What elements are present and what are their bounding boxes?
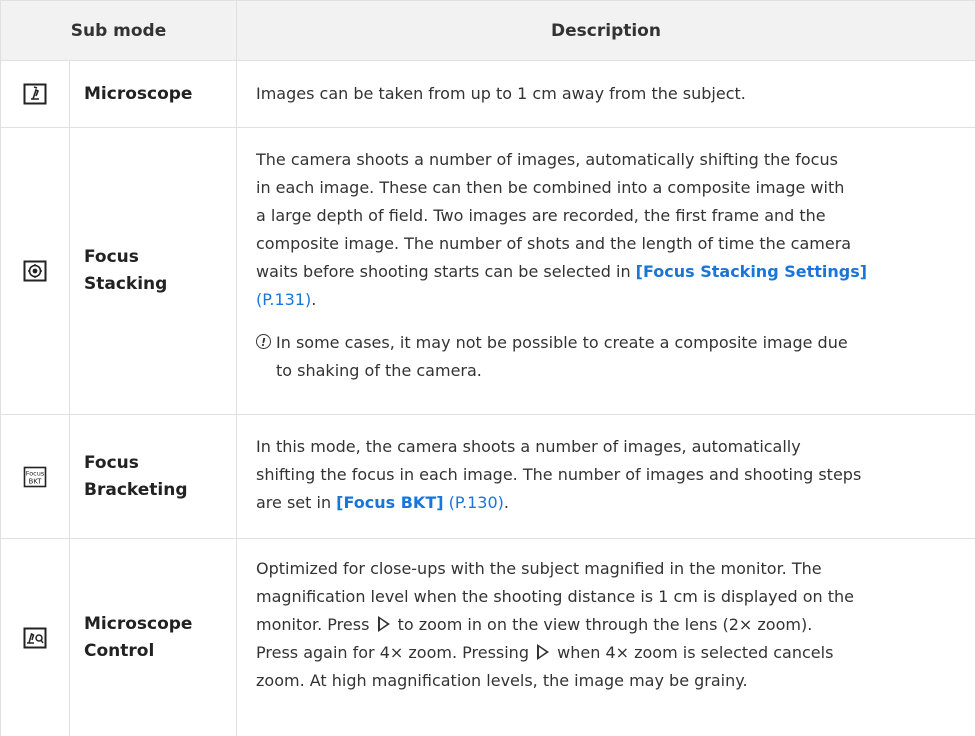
sub-mode-name: Focus Stacking bbox=[84, 247, 168, 294]
caution-icon: ! bbox=[256, 334, 271, 349]
table-header: Sub mode Description bbox=[1, 0, 975, 61]
focus-stacking-icon bbox=[23, 260, 47, 282]
focus-bkt-link[interactable]: [Focus BKT] bbox=[336, 493, 443, 512]
right-triangle-icon bbox=[537, 644, 550, 660]
header-sub-mode: Sub mode bbox=[70, 21, 167, 41]
sub-mode-name: Focus Bracketing bbox=[84, 452, 188, 500]
sub-mode-description: Optimized for close-ups with the subject… bbox=[256, 559, 854, 690]
sub-mode-name: Microscope Control bbox=[84, 613, 193, 661]
focus-bkt-icon: Focus BKT bbox=[23, 466, 47, 487]
table-row: Microscope Control Optimized for close-u… bbox=[1, 539, 975, 736]
caution-note: ! In some cases, it may not be possible … bbox=[256, 329, 956, 385]
page-link-131[interactable]: (P.131) bbox=[256, 290, 311, 309]
table-row: Focus BKT Focus Bracketing In this mode,… bbox=[1, 415, 975, 539]
microscope-icon bbox=[23, 83, 47, 105]
sub-mode-name: Microscope bbox=[84, 83, 193, 104]
microscope-control-icon bbox=[23, 627, 47, 648]
sub-mode-description: The camera shoots a number of images, au… bbox=[256, 150, 868, 309]
sub-mode-table: Sub mode Description Microscope Images c… bbox=[0, 0, 975, 736]
sub-mode-description: In this mode, the camera shoots a number… bbox=[256, 437, 862, 512]
sub-mode-description: Images can be taken from up to 1 cm away… bbox=[256, 84, 746, 103]
table-row: Microscope Images can be taken from up t… bbox=[1, 61, 975, 128]
header-description: Description bbox=[551, 21, 661, 41]
svg-text:BKT: BKT bbox=[28, 477, 42, 485]
page-link-130[interactable]: (P.130) bbox=[449, 493, 504, 512]
table-row: Focus Stacking The camera shoots a numbe… bbox=[1, 128, 975, 415]
svg-text:Focus: Focus bbox=[26, 469, 45, 477]
right-triangle-icon bbox=[377, 616, 390, 632]
focus-stacking-settings-link[interactable]: [Focus Stacking Settings] bbox=[636, 262, 867, 281]
